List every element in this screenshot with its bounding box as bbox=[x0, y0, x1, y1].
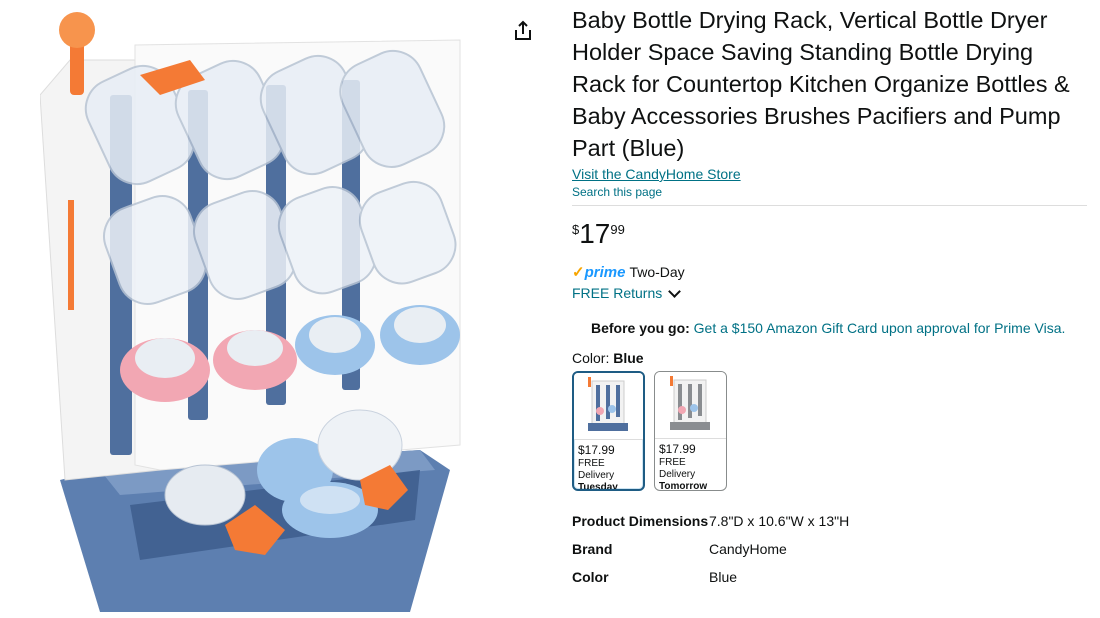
price-symbol: $ bbox=[572, 222, 580, 237]
product-title: Baby Bottle Drying Rack, Vertical Bottle… bbox=[572, 7, 1070, 161]
prime-delivery: ✓ prime Two-Day bbox=[572, 263, 1087, 282]
promo-offer-link[interactable]: Get a $150 Amazon Gift Card upon approva… bbox=[694, 320, 1066, 336]
store-link[interactable]: Visit the CandyHome Store bbox=[572, 166, 1087, 182]
product-image[interactable] bbox=[39, 0, 490, 613]
swatch-thumbnail bbox=[574, 373, 643, 440]
swatch-info: $17.99 FREE Delivery Tuesday bbox=[574, 440, 643, 491]
price-whole: 17 bbox=[579, 218, 611, 249]
spec-value: 7.8"D x 10.6"W x 13"H bbox=[709, 513, 850, 529]
chevron-down-icon bbox=[668, 284, 682, 298]
promo-lead: Before you go: bbox=[591, 320, 690, 336]
swatch-price: $17.99 bbox=[578, 443, 615, 457]
free-returns-label: FREE Returns bbox=[572, 285, 663, 301]
share-icon[interactable] bbox=[512, 20, 534, 42]
prime-logo: prime bbox=[584, 263, 626, 281]
color-label: Color: Blue bbox=[572, 350, 1087, 366]
color-selected: Blue bbox=[613, 350, 644, 366]
prime-speed: Two-Day bbox=[629, 264, 685, 280]
swatch-gray[interactable]: $17.99 FREE Delivery Tomorrow bbox=[654, 371, 727, 491]
product-details-panel: Baby Bottle Drying Rack, Vertical Bottle… bbox=[572, 4, 1087, 595]
color-label-text: Color: bbox=[572, 350, 610, 366]
swatch-blue[interactable]: $17.99 FREE Delivery Tuesday bbox=[572, 371, 645, 491]
divider bbox=[572, 205, 1087, 206]
swatch-info: $17.99 FREE Delivery Tomorrow bbox=[655, 439, 726, 491]
promo-banner: Before you go: Get a $150 Amazon Gift Ca… bbox=[572, 320, 1087, 336]
spec-value: CandyHome bbox=[709, 541, 787, 557]
spec-key: Color bbox=[572, 569, 609, 585]
swatch-thumbnail bbox=[655, 372, 726, 439]
swatch-delivery: FREE Delivery bbox=[659, 457, 696, 480]
swatch-rack-graphic bbox=[670, 376, 710, 430]
swatch-rack-graphic bbox=[588, 377, 628, 431]
drying-rack-illustration bbox=[39, 12, 461, 612]
swatch-delivery-day: Tomorrow bbox=[659, 481, 708, 491]
swatch-delivery-day: Tuesday bbox=[578, 482, 618, 491]
free-returns-link[interactable]: FREE Returns bbox=[572, 284, 1087, 301]
search-page-link[interactable]: Search this page bbox=[572, 185, 1087, 199]
spec-row: Brand CandyHome bbox=[572, 539, 1087, 559]
spec-value: Blue bbox=[709, 569, 738, 585]
price-display: $ 17 99 bbox=[572, 220, 1087, 248]
prime-check-icon: ✓ bbox=[572, 264, 585, 281]
price-fraction: 99 bbox=[610, 222, 625, 237]
swatch-delivery: FREE Delivery bbox=[578, 458, 615, 481]
product-specs: Product Dimensions 7.8"D x 10.6"W x 13"H… bbox=[572, 511, 1087, 587]
share-arrow-graphic bbox=[515, 20, 531, 40]
spec-key: Product Dimensions bbox=[572, 513, 709, 529]
spec-row: Product Dimensions 7.8"D x 10.6"W x 13"H bbox=[572, 511, 1087, 531]
spec-row: Color Blue bbox=[572, 567, 1087, 587]
spec-key: Brand bbox=[572, 541, 613, 557]
color-swatches: $17.99 FREE Delivery Tuesday $17.99 FREE… bbox=[572, 371, 1087, 491]
swatch-price: $17.99 bbox=[659, 442, 696, 456]
